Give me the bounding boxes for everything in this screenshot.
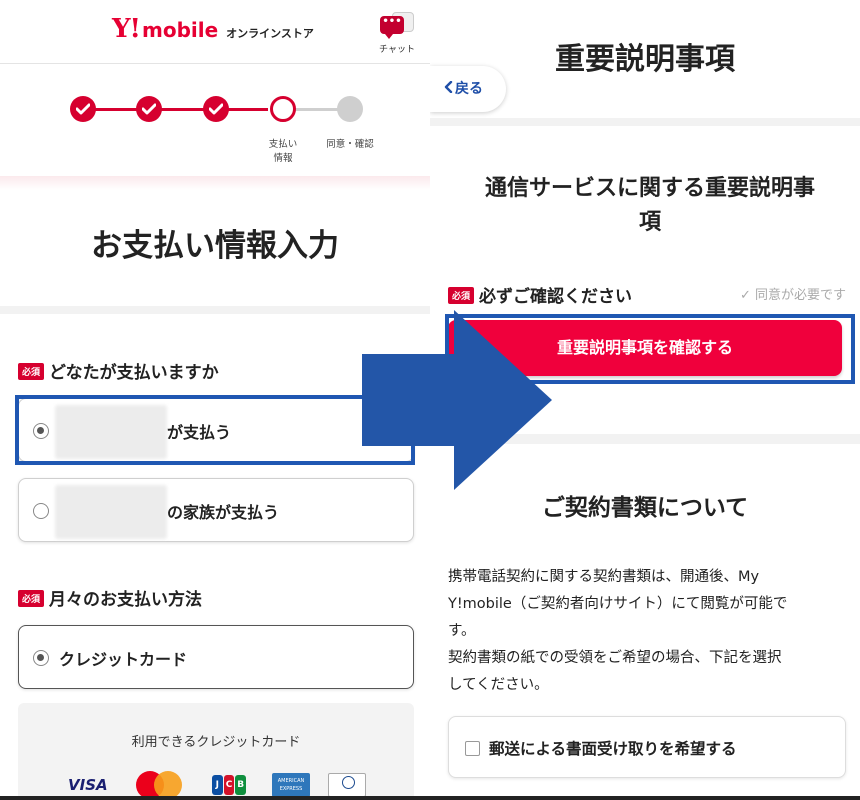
bottom-edge [0,796,860,800]
chat-label: チャット [379,45,415,55]
masked-name [55,405,167,459]
payer-option-family-label: の家族が支払う [167,503,280,522]
header: Y! mobile オンラインストア ••• チャット [0,0,430,64]
jcb-logo: JCB [210,773,248,797]
online-store-label: オンラインストア [226,27,314,40]
section-divider [430,434,860,444]
method-option-credit-card[interactable]: クレジットカード [18,625,414,689]
docs-body-line: 契約書類の紙での受領をご希望の場合、下記を選択 [448,650,782,666]
agreement-required-note: ✓ 同意が必要です [740,288,847,303]
logo-y: Y! [112,14,141,44]
available-cards-panel: 利用できるクレジットカード VISA JCB AMERICAN EXPRESS [18,703,414,800]
check-icon [142,103,156,115]
chevron-left-icon [444,66,453,112]
amex-logo: AMERICAN EXPRESS [272,773,310,797]
radio-unselected[interactable] [33,503,49,519]
step-5-todo [337,96,363,122]
step-3-done [203,96,229,122]
chat-button[interactable]: ••• チャット [375,12,419,55]
important-notes-screen: 重要説明事項 戻る 通信サービスに関する重要説明事 項 必須 必ずご確認ください … [430,0,860,800]
mastercard-logo-overlap [154,771,182,799]
docs-body-line: 携帯電話契約に関する契約書類は、開通後、My [448,569,760,585]
step-5-label: 同意・確認 [326,139,374,150]
docs-body-line: Y!mobile（ご契約者向けサイト）にて閲覧が可能で [448,596,788,612]
method-question-text: 月々のお支払い方法 [49,590,203,610]
step-4-label-line2: 情報 [273,153,293,164]
steps-shadow [0,176,430,190]
check-icon [76,103,90,115]
docs-body-line: してください。 [448,677,549,693]
logo-mobile: mobile [141,18,219,42]
step-2-done [136,96,162,122]
available-cards-title: 利用できるクレジットカード [131,735,301,750]
payment-info-screen: Y! mobile オンラインストア ••• チャット 支払い 情報 同意・確認… [0,0,430,800]
confirm-row: 必須 必ずご確認ください ✓ 同意が必要です [448,282,848,307]
mail-delivery-option[interactable]: 郵送による書面受け取りを希望する [448,716,846,778]
method-question: 必須 月々のお支払い方法 [18,585,202,610]
section-divider [430,118,860,126]
step-4-label-line1: 支払い [268,139,298,150]
required-badge: 必須 [448,286,475,304]
required-badge: 必須 [18,362,45,380]
radio-selected[interactable] [33,423,49,439]
masked-name [55,485,167,539]
chat-icon: ••• [378,12,416,40]
confirm-title-text: 必ずご確認ください [479,287,633,307]
confirm-important-notes-button[interactable]: 重要説明事項を確認する [448,320,842,376]
checkbox[interactable] [465,741,480,756]
contract-docs-title: ご契約書類について [541,495,749,521]
payer-option-self[interactable]: が支払う [18,398,414,462]
radio-selected[interactable] [33,650,49,666]
diners-club-logo [328,773,366,797]
contract-docs-body: 携帯電話契約に関する契約書類は、開通後、My Y!mobile（ご契約者向けサイ… [448,564,854,699]
payer-question: 必須 どなたが支払いますか [18,358,219,383]
progress-line-done [84,108,268,111]
payer-option-self-label: が支払う [167,423,232,442]
service-notes-title-line1: 通信サービスに関する重要説明事 [484,176,815,201]
required-badge: 必須 [18,589,45,607]
step-4-label: 支払い 情報 [258,138,308,166]
back-button[interactable]: 戻る [430,66,506,112]
payer-option-family[interactable]: の家族が支払う [18,478,414,542]
ymobile-logo[interactable]: Y! mobile オンラインストア [112,14,314,44]
back-label: 戻る [455,81,483,97]
docs-body-line: す。 [448,623,476,639]
method-option-credit-card-label: クレジットカード [59,650,188,669]
step-4-current [270,96,296,122]
check-icon [209,103,223,115]
service-notes-title: 通信サービスに関する重要説明事 項 [440,172,860,240]
page-title: お支払い情報入力 [91,228,339,264]
payer-question-text: どなたが支払いますか [49,363,219,383]
visa-logo: VISA [68,776,108,794]
section-divider [0,306,430,314]
step-1-done [70,96,96,122]
mail-delivery-label: 郵送による書面受け取りを希望する [489,740,737,758]
service-notes-title-line2: 項 [638,210,661,235]
